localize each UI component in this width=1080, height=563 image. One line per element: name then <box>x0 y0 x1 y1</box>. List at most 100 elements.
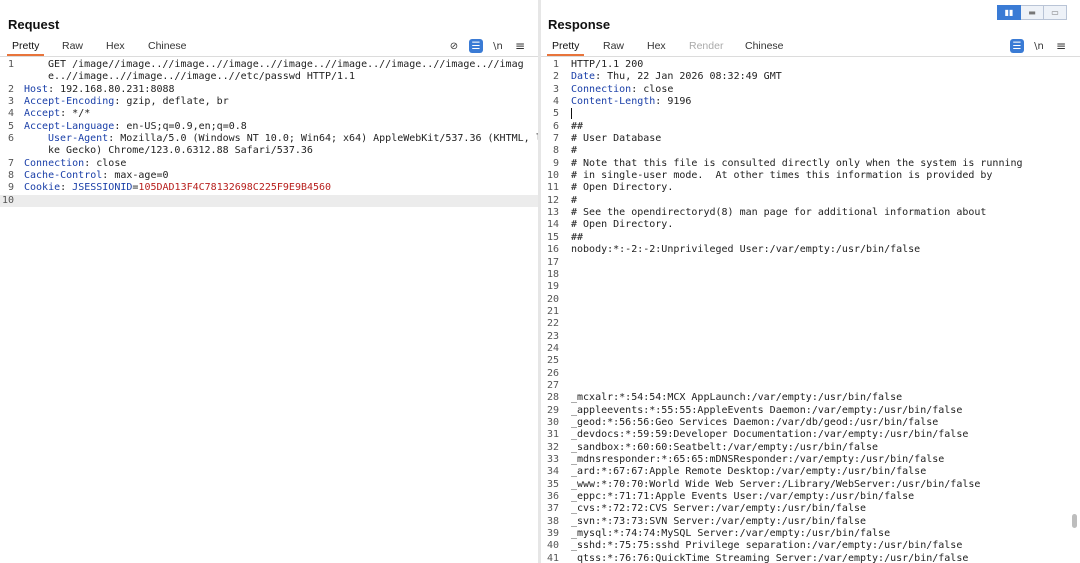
header-value: Thu, 22 Jan 2026 08:32:49 GMT <box>607 71 782 83</box>
line-number: 22 <box>546 318 559 330</box>
line-text: _mysql:*:74:74:MySQL Server:/var/empty:/… <box>571 528 891 540</box>
response-tab-hex[interactable]: Hex <box>647 40 666 52</box>
header-value: close <box>643 83 674 95</box>
code-line: 32 _sandbox:*:60:60:Seatbelt:/var/empty:/… <box>541 442 1080 454</box>
menu-icon[interactable]: ≡ <box>1054 39 1068 53</box>
response-tab-pretty[interactable]: Pretty <box>546 40 585 56</box>
line-text: # See the opendirectoryd(8) man page for… <box>571 207 987 219</box>
header-name: Cache-Control <box>24 170 103 182</box>
code-line: 16 nobody:*:-2:-2:Unprivileged User:/var/… <box>541 244 1080 256</box>
line-number: 21 <box>546 305 559 317</box>
line-text: # Open Directory. <box>571 182 674 194</box>
line-text: _mcxalr:*:54:54:MCX AppLaunch:/var/empty… <box>571 392 903 404</box>
single-pane-icon[interactable]: ▭ <box>1044 5 1067 20</box>
line-text: # <box>571 145 578 157</box>
newline-toggle[interactable]: \n <box>1032 39 1046 53</box>
line-number: 15 <box>546 231 559 243</box>
request-title: Request <box>8 17 60 32</box>
line-number: 23 <box>546 330 559 342</box>
line-content: Accept-Language: en-US;q=0.9,en;q=0.8 <box>24 120 247 132</box>
code-line: 9 # Note that this file is consulted dire… <box>541 158 1080 170</box>
code-line: 15 ## <box>541 232 1080 244</box>
line-content: Cookie: JSESSIONID=105DAD13F4C78132698C2… <box>24 182 332 194</box>
code-line: 33 _mdnsresponder:*:65:65:mDNSResponder:/… <box>541 454 1080 466</box>
cookie-value: 105DAD13F4C78132698C225F9E9B4560 <box>138 182 332 194</box>
header-value: en-US;q=0.9,en;q=0.8 <box>126 120 247 132</box>
line-number: 37 <box>546 503 559 515</box>
response-tab-chinese[interactable]: Chinese <box>745 40 784 52</box>
eye-slash-icon[interactable]: ⊘ <box>447 39 461 53</box>
format-icon[interactable]: ☰ <box>1010 39 1024 53</box>
line-content <box>571 108 572 121</box>
menu-icon[interactable]: ≡ <box>513 39 527 53</box>
line-number: 24 <box>546 342 559 354</box>
line-content: Accept: */* <box>24 108 91 120</box>
code-line: 8 Cache-Control: max-age=0 <box>0 170 538 182</box>
line-number: 9 <box>552 157 559 169</box>
code-line: 40 _sshd:*:75:75:sshd Privilege separatio… <box>541 540 1080 552</box>
line-number: 41 <box>546 552 559 563</box>
request-editor[interactable]: 1 GET /image//image..//image..//image..//… <box>0 59 538 563</box>
header-name: Content-Length <box>571 96 656 108</box>
line-number: 29 <box>546 404 559 416</box>
line-text: # Note that this file is consulted direc… <box>571 157 1023 169</box>
line-content: ## <box>571 121 583 133</box>
line-text: nobody:*:-2:-2:Unprivileged User:/var/em… <box>571 244 921 256</box>
line-number: 4 <box>7 108 14 120</box>
code-line: 9 Cookie: JSESSIONID=105DAD13F4C78132698C… <box>0 182 538 194</box>
line-content: _mdnsresponder:*:65:65:mDNSResponder:/va… <box>571 454 944 466</box>
line-number: 38 <box>546 515 559 527</box>
line-text: _svn:*:73:73:SVN Server:/var/empty:/usr/… <box>571 515 867 527</box>
format-icon[interactable]: ☰ <box>469 39 483 53</box>
line-number: 3 <box>552 83 559 95</box>
line-number: 17 <box>546 256 559 268</box>
line-number: 28 <box>546 392 559 404</box>
code-line: 13 # See the opendirectoryd(8) man page f… <box>541 207 1080 219</box>
line-text: # User Database <box>571 133 662 145</box>
request-tab-raw[interactable]: Raw <box>62 40 83 52</box>
line-text: ## <box>571 120 584 132</box>
code-line: 5 Accept-Language: en-US;q=0.9,en;q=0.8 <box>0 121 538 133</box>
code-line: 25 <box>541 355 1080 367</box>
response-scrollbar[interactable] <box>1068 59 1080 563</box>
request-panel: Request Pretty Raw Hex Chinese ⊘ ☰ \n ≡ … <box>0 0 538 563</box>
split-vertical-icon[interactable]: ▬ <box>1021 5 1044 20</box>
line-content: _cvs:*:72:72:CVS Server:/var/empty:/usr/… <box>571 503 866 515</box>
request-tab-hex[interactable]: Hex <box>106 40 125 52</box>
response-tab-raw[interactable]: Raw <box>603 40 624 52</box>
code-line: 24 <box>541 343 1080 355</box>
code-line: 10 # in single-user mode. At other times … <box>541 170 1080 182</box>
response-editor[interactable]: 1 HTTP/1.1 200 2 Date: Thu, 22 Jan 2026 08:… <box>541 59 1080 563</box>
line-content: Host: 192.168.80.231:8088 <box>24 83 175 95</box>
request-tab-pretty[interactable]: Pretty <box>6 40 45 56</box>
code-line: 10 <box>0 194 538 208</box>
code-line: 38 _svn:*:73:73:SVN Server:/var/empty:/us… <box>541 516 1080 528</box>
line-number: 12 <box>546 194 559 206</box>
text-cursor <box>571 108 572 120</box>
code-line: 22 <box>541 318 1080 330</box>
line-number: 2 <box>552 71 559 83</box>
request-tab-chinese[interactable]: Chinese <box>148 40 187 52</box>
line-content: # Open Directory. <box>571 219 673 231</box>
code-line: 2 Date: Thu, 22 Jan 2026 08:32:49 GMT <box>541 71 1080 83</box>
line-text: _www:*:70:70:World Wide Web Server:/Libr… <box>571 478 981 490</box>
code-line: 18 <box>541 269 1080 281</box>
header-name: Accept <box>24 108 61 120</box>
code-line: 14 # Open Directory. <box>541 219 1080 231</box>
response-panel: Response ▮▮ ▬ ▭ Pretty Raw Hex Render Ch… <box>541 0 1080 563</box>
code-line: 2 Host: 192.168.80.231:8088 <box>0 84 538 96</box>
header-name: Accept-Encoding <box>24 96 115 108</box>
line-content: _geod:*:56:56:Geo Services Daemon:/var/d… <box>571 417 938 429</box>
newline-toggle[interactable]: \n <box>491 39 505 53</box>
line-content: # <box>571 145 577 157</box>
line-number: 6 <box>552 120 559 132</box>
code-line: 1 GET /image//image..//image..//image..//… <box>0 59 538 84</box>
scrollbar-thumb[interactable] <box>1072 514 1077 528</box>
line-content: _ard:*:67:67:Apple Remote Desktop:/var/e… <box>571 466 926 478</box>
code-line: 27 <box>541 380 1080 392</box>
line-content: _www:*:70:70:World Wide Web Server:/Libr… <box>571 479 980 491</box>
line-content: # in single-user mode. At other times th… <box>571 170 992 182</box>
line-number: 2 <box>7 83 14 95</box>
line-number: 13 <box>546 207 559 219</box>
split-horizontal-icon[interactable]: ▮▮ <box>997 5 1021 20</box>
